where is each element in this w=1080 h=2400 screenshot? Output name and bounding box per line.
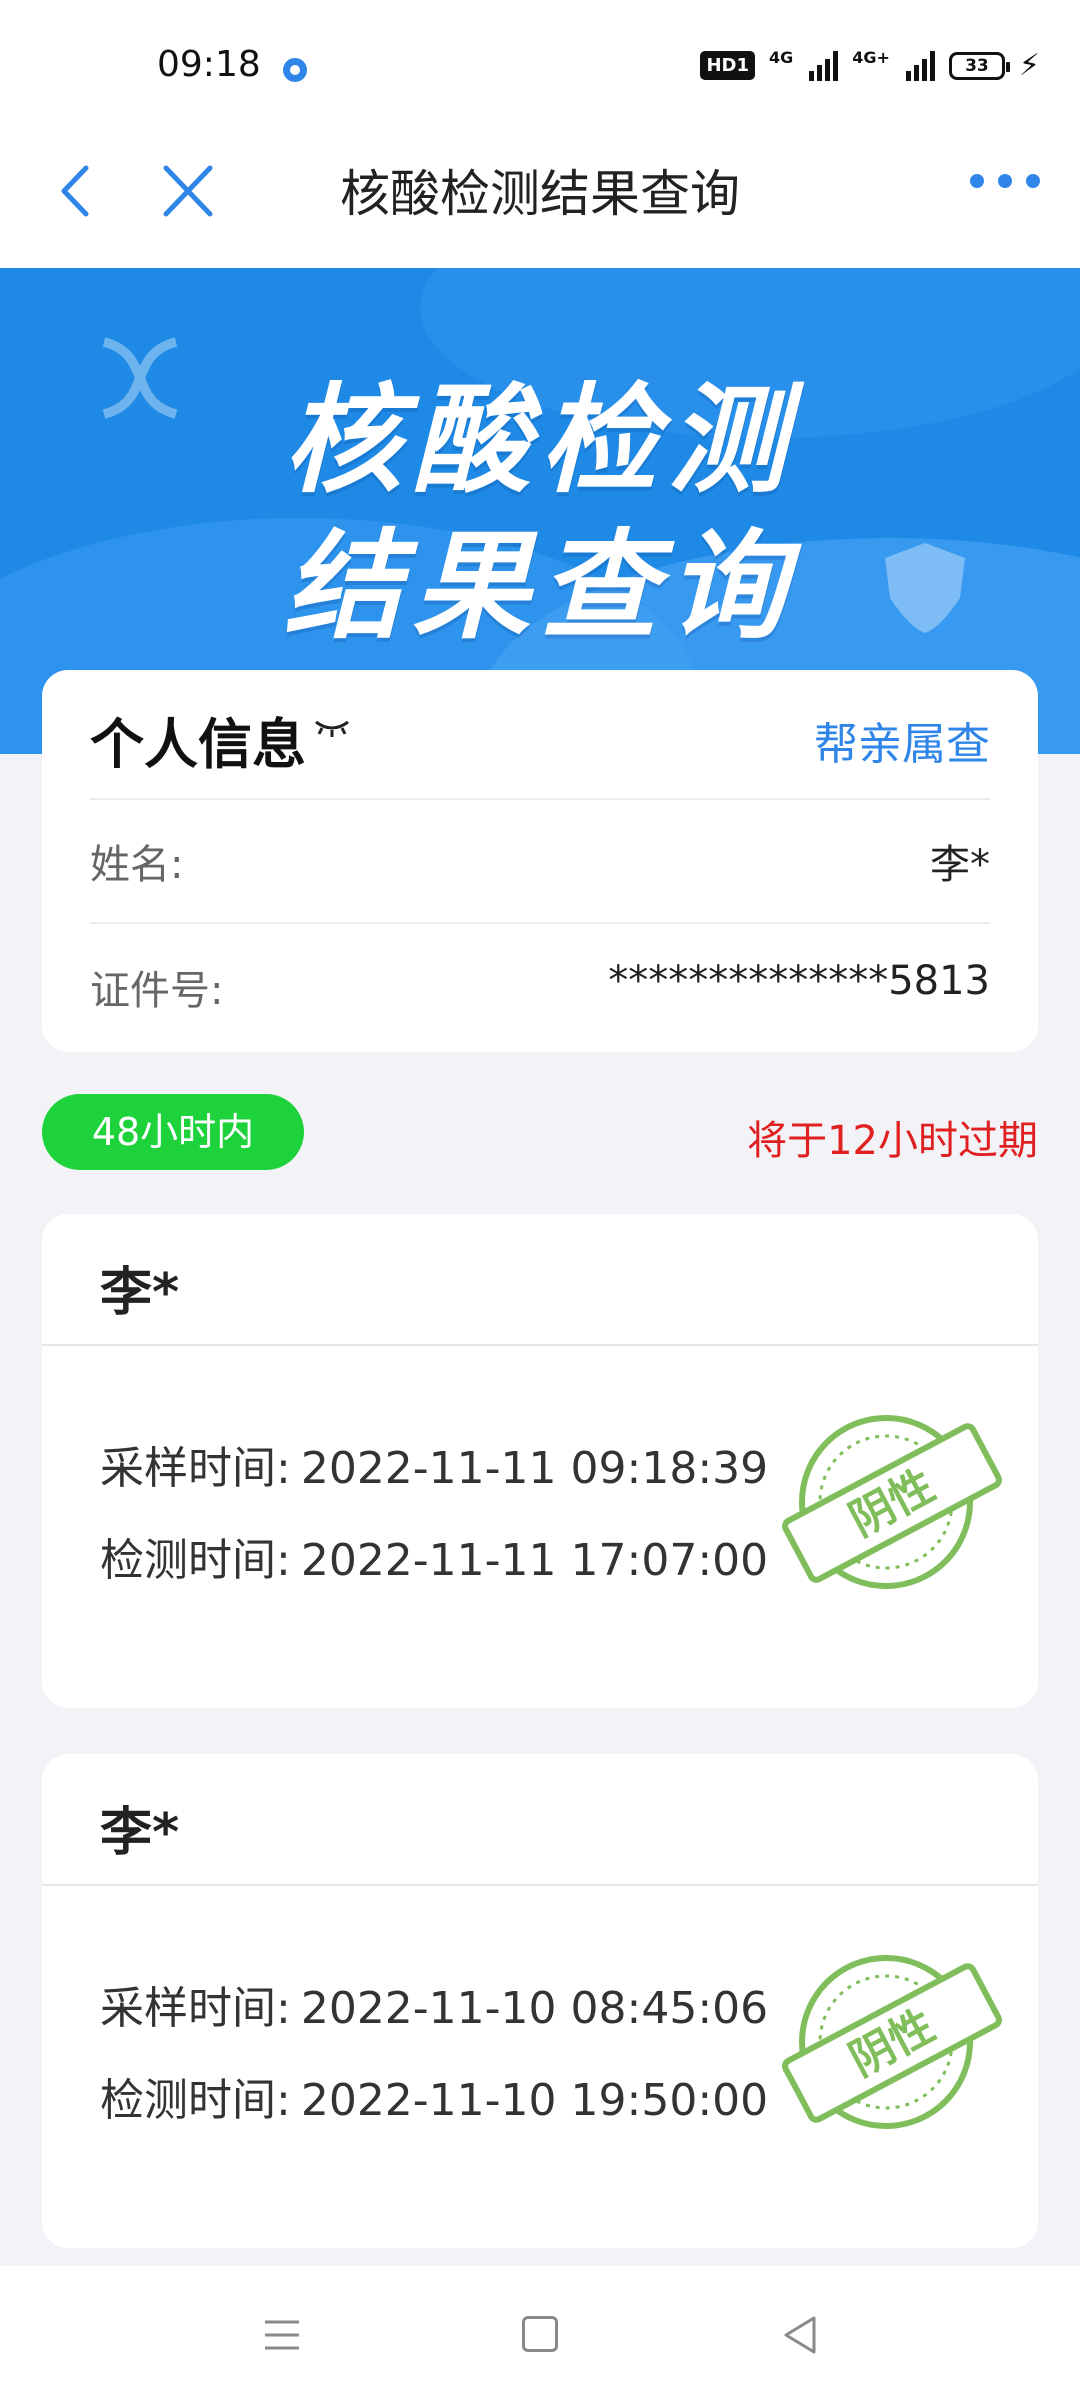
divider xyxy=(90,798,990,800)
family-query-link[interactable]: 帮亲属查 xyxy=(814,708,990,772)
status-bar: 09:18 HD1 4G 4G+ 33 ⚡ xyxy=(0,0,1080,130)
sample-time-label: 采样时间: xyxy=(100,1443,291,1494)
id-value: **************5813 xyxy=(608,958,990,1004)
test-time-row: 检测时间: 2022-11-11 17:07:00 xyxy=(100,1524,768,1588)
test-time-label: 检测时间: xyxy=(100,2075,291,2126)
test-time-row: 检测时间: 2022-11-10 19:50:00 xyxy=(100,2064,768,2128)
result-name: 李* xyxy=(100,1803,180,1863)
result-card[interactable]: 李* 采样时间: 2022-11-11 09:18:39 检测时间: 2022-11… xyxy=(42,1214,1038,1708)
sample-time-label: 采样时间: xyxy=(100,1983,291,2034)
sample-time-value: 2022-11-11 09:18:39 xyxy=(300,1443,769,1494)
page-title: 核酸检测结果查询 xyxy=(340,165,740,223)
test-time-value: 2022-11-11 17:07:00 xyxy=(300,1535,769,1586)
validity-badge: 48小时内 xyxy=(42,1094,304,1170)
notification-dot-icon xyxy=(283,58,307,82)
name-label: 姓名: xyxy=(90,842,184,888)
status-time: 09:18 xyxy=(157,44,261,85)
personal-info-heading: 个人信息 xyxy=(90,713,306,776)
hd-icon: HD1 xyxy=(700,51,755,80)
network-type-1: 4G xyxy=(768,48,794,67)
name-value: 李* xyxy=(930,842,990,888)
divider xyxy=(90,922,990,924)
result-card[interactable]: 李* 采样时间: 2022-11-10 08:45:06 检测时间: 2022-11… xyxy=(42,1754,1038,2248)
test-time-label: 检测时间: xyxy=(100,1535,291,1586)
eye-closed-icon[interactable] xyxy=(312,714,352,742)
divider xyxy=(42,1884,1038,1886)
id-label: 证件号: xyxy=(90,968,224,1014)
result-name: 李* xyxy=(100,1263,180,1323)
sample-time-row: 采样时间: 2022-11-10 08:45:06 xyxy=(100,1972,768,2036)
expire-text: 将于12小时过期 xyxy=(747,1118,1038,1164)
signal-icon xyxy=(809,50,839,81)
more-dots-icon[interactable] xyxy=(970,174,1040,188)
test-time-value: 2022-11-10 19:50:00 xyxy=(300,2075,769,2126)
battery-icon: 33 xyxy=(948,51,1010,80)
sample-time-value: 2022-11-10 08:45:06 xyxy=(300,1983,769,2034)
network-type-2: 4G+ xyxy=(852,48,890,67)
sample-time-row: 采样时间: 2022-11-11 09:18:39 xyxy=(100,1432,768,1496)
negative-stamp-icon: 阴性 xyxy=(782,1955,1002,2129)
personal-info-card: 个人信息 帮亲属查 姓名: 李* 证件号: **************5813 xyxy=(42,670,1038,1052)
divider xyxy=(42,1344,1038,1346)
status-icons: HD1 4G 4G+ 33 ⚡ xyxy=(700,48,1040,83)
home-icon[interactable] xyxy=(522,2316,558,2352)
negative-stamp-icon: 阴性 xyxy=(782,1415,1002,1589)
signal-icon-2 xyxy=(905,50,935,81)
banner-title-line2: 结果查询 xyxy=(283,517,796,655)
charging-icon: ⚡ xyxy=(1018,48,1040,83)
menu-icon[interactable] xyxy=(263,2318,301,2352)
back-triangle-icon[interactable] xyxy=(780,2314,820,2356)
